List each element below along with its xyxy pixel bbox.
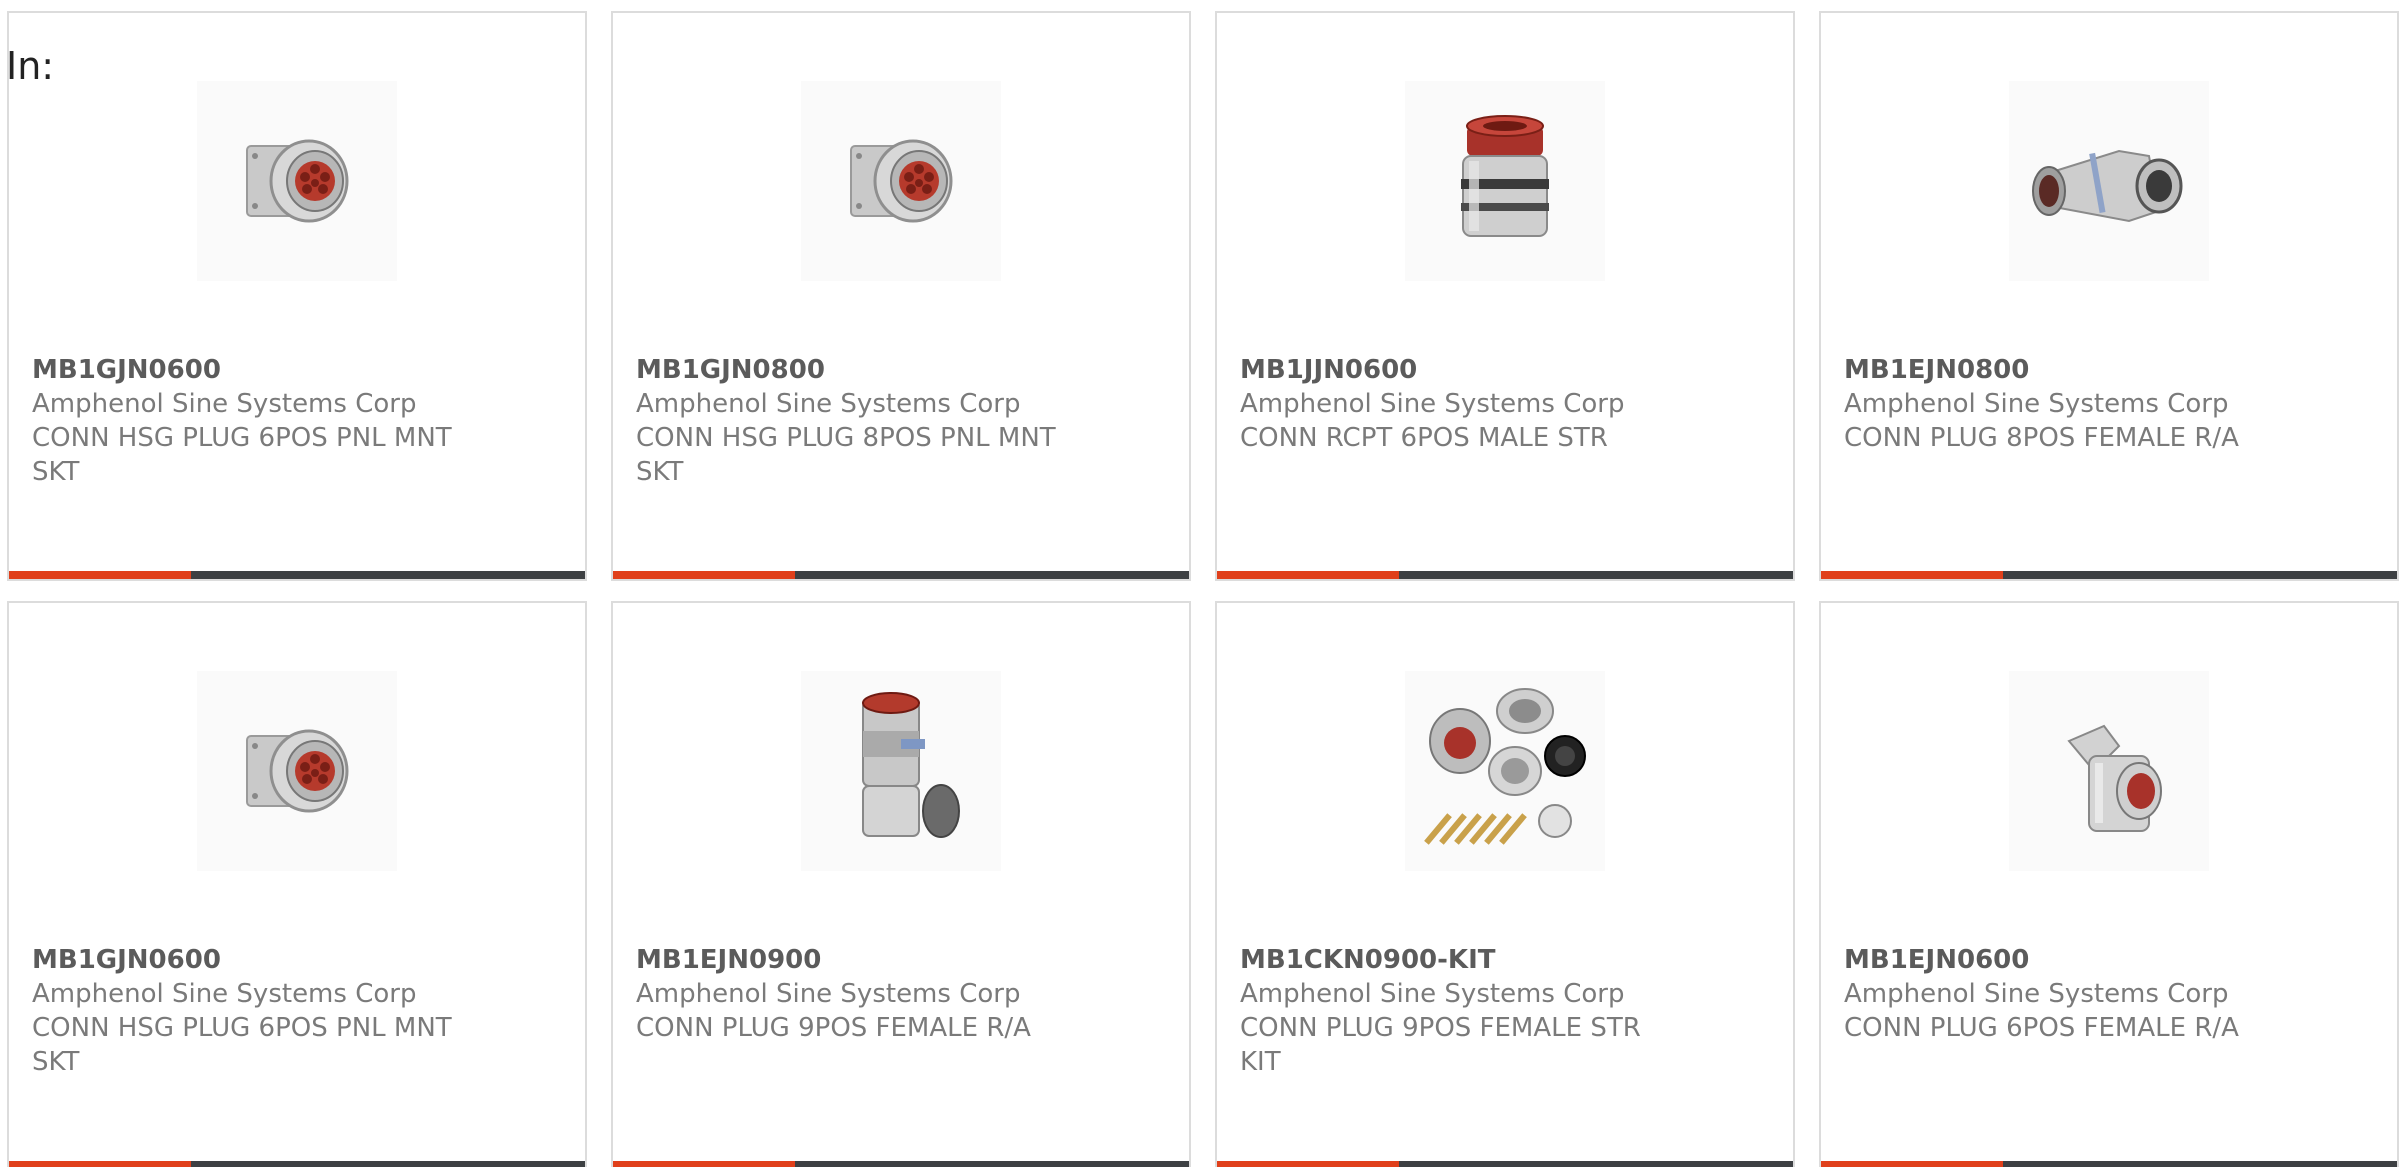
product-card[interactable]: MB1GJN0600 Amphenol Sine Systems Corp CO… [7,11,587,581]
part-number-link[interactable]: MB1EJN0800 [1844,353,2294,387]
manufacturer-name: Amphenol Sine Systems Corp [1240,979,1625,1009]
product-card[interactable]: MB1EJN0600 Amphenol Sine Systems Corp CO… [1819,601,2399,1167]
manufacturer-name: Amphenol Sine Systems Corp [32,389,417,419]
card-accent-bar [613,1161,795,1167]
card-bottom-bar [1821,1161,2397,1167]
part-number-link[interactable]: MB1JJN0600 [1240,353,1690,387]
manufacturer-name: Amphenol Sine Systems Corp [636,389,1021,419]
panel-mount-plug-image[interactable] [801,81,1001,281]
part-number-link[interactable]: MB1CKN0900-KIT [1240,943,1690,977]
connector-kit-image[interactable] [1405,671,1605,871]
manufacturer-name: Amphenol Sine Systems Corp [1844,389,2229,419]
right-angle-plug-image[interactable] [2009,671,2209,871]
product-description-line: KIT [1240,1047,1281,1077]
card-accent-bar [9,571,191,579]
product-grid: MB1GJN0600 Amphenol Sine Systems Corp CO… [7,11,2399,1167]
manufacturer-name: Amphenol Sine Systems Corp [1844,979,2229,1009]
product-card[interactable]: MB1EJN0800 Amphenol Sine Systems Corp CO… [1819,11,2399,581]
card-bottom-bar [1217,1161,1793,1167]
manufacturer-name: Amphenol Sine Systems Corp [32,979,417,1009]
card-accent-bar [1821,1161,2003,1167]
product-description-line: CONN PLUG 9POS FEMALE STR [1240,1013,1641,1043]
card-accent-bar [1821,571,2003,579]
part-number-link[interactable]: MB1GJN0600 [32,943,482,977]
manufacturer-name: Amphenol Sine Systems Corp [636,979,1021,1009]
panel-mount-plug-image[interactable] [197,81,397,281]
manufacturer-name: Amphenol Sine Systems Corp [1240,389,1625,419]
product-card[interactable]: MB1GJN0600 Amphenol Sine Systems Corp CO… [7,601,587,1167]
product-card[interactable]: MB1JJN0600 Amphenol Sine Systems Corp CO… [1215,11,1795,581]
product-card[interactable]: MB1EJN0900 Amphenol Sine Systems Corp CO… [611,601,1191,1167]
product-description-line: CONN PLUG 9POS FEMALE R/A [636,1013,1031,1043]
product-description-line: CONN HSG PLUG 6POS PNL MNT [32,423,452,453]
card-bottom-bar [613,1161,1189,1167]
part-number-link[interactable]: MB1GJN0800 [636,353,1086,387]
card-bottom-bar [1821,571,2397,579]
card-bottom-bar [9,1161,585,1167]
panel-mount-plug-image[interactable] [197,671,397,871]
card-accent-bar [1217,1161,1399,1167]
card-bottom-bar [613,571,1189,579]
product-description-line: CONN PLUG 8POS FEMALE R/A [1844,423,2239,453]
card-accent-bar [1217,571,1399,579]
right-angle-plug-image[interactable] [2009,81,2209,281]
product-description-line: CONN HSG PLUG 6POS PNL MNT [32,1013,452,1043]
product-description-line: CONN PLUG 6POS FEMALE R/A [1844,1013,2239,1043]
part-number-link[interactable]: MB1GJN0600 [32,353,482,387]
product-card[interactable]: MB1CKN0900-KIT Amphenol Sine Systems Cor… [1215,601,1795,1167]
filter-in-label: In: [6,44,55,88]
card-accent-bar [9,1161,191,1167]
product-card[interactable]: MB1GJN0800 Amphenol Sine Systems Corp CO… [611,11,1191,581]
right-angle-plug-image[interactable] [801,671,1001,871]
part-number-link[interactable]: MB1EJN0900 [636,943,1086,977]
part-number-link[interactable]: MB1EJN0600 [1844,943,2294,977]
card-bottom-bar [9,571,585,579]
product-description-line: CONN RCPT 6POS MALE STR [1240,423,1608,453]
product-description-line: SKT [636,457,684,487]
product-grid-page: In: MB1GJN0600 Amphenol Sine Systems Cor… [0,0,2400,1167]
product-description-line: SKT [32,1047,80,1077]
product-description-line: CONN HSG PLUG 8POS PNL MNT [636,423,1056,453]
straight-receptacle-image[interactable] [1405,81,1605,281]
card-accent-bar [613,571,795,579]
card-bottom-bar [1217,571,1793,579]
product-description-line: SKT [32,457,80,487]
